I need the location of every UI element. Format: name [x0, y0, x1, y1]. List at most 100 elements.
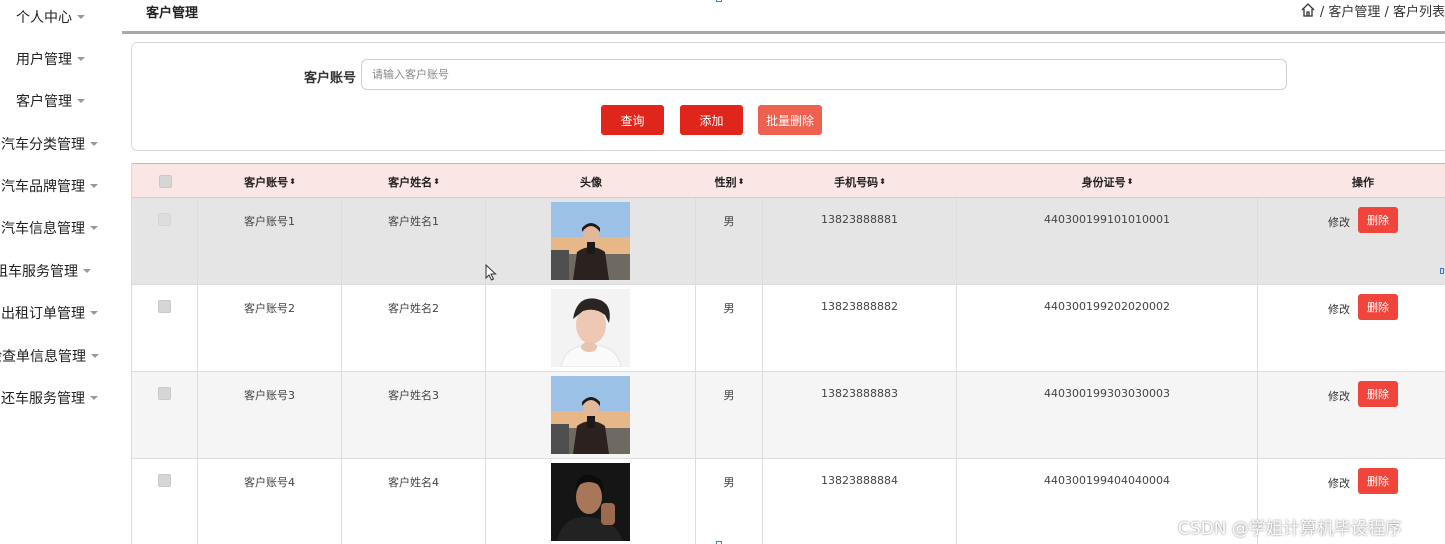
actions-cell: 修改 删除 [1258, 285, 1445, 372]
row-select-cell [132, 285, 198, 372]
row-checkbox[interactable] [158, 300, 171, 313]
row-select-cell [132, 459, 198, 544]
caret-down-icon [77, 99, 85, 103]
gender-cell: 男 [696, 372, 763, 459]
row-checkbox[interactable] [158, 213, 171, 226]
phone-cell: 13823888884 [763, 459, 957, 544]
caret-down-icon [77, 57, 85, 61]
account-cell: 客户账号2 [198, 285, 342, 372]
gender-cell: 男 [696, 459, 763, 544]
edit-link[interactable]: 修改 [1328, 475, 1350, 491]
id-card-cell: 440300199303030003 [957, 372, 1258, 459]
gender-cell: 男 [696, 198, 763, 285]
column-header-avatar: 头像 [486, 164, 696, 199]
search-input[interactable] [361, 59, 1287, 90]
column-header-label: 操作 [1352, 175, 1374, 189]
batch-delete-button[interactable]: 批量删除 [758, 105, 822, 135]
sidebar-item-label: 租车服务管理 [0, 264, 78, 280]
sort-icon[interactable]: ⬍ [738, 177, 745, 186]
sidebar-item-inspection[interactable]: 检查单信息管理 [0, 345, 99, 367]
resize-handle-top [716, 0, 722, 2]
sidebar-item-label: 汽车信息管理 [1, 221, 85, 237]
caret-down-icon [90, 142, 98, 146]
table-row[interactable]: 客户账号2 客户姓名2 男 13823888882 44030019920202… [132, 285, 1445, 372]
column-header-label: 头像 [580, 175, 602, 189]
breadcrumb: / 客户管理 / 客户列表 [1300, 1, 1445, 20]
header-divider [122, 31, 1445, 34]
delete-button[interactable]: 删除 [1358, 294, 1398, 320]
column-header-actions: 操作 [1258, 164, 1445, 199]
sidebar-item-label: 检查单信息管理 [0, 349, 86, 365]
avatar [551, 376, 630, 454]
column-header-label: 客户姓名 [388, 175, 433, 189]
actions-cell: 修改 删除 [1258, 372, 1445, 459]
sidebar-item-customer-management[interactable]: 客户管理 [16, 90, 85, 112]
caret-down-icon [90, 184, 98, 188]
edit-link[interactable]: 修改 [1328, 214, 1350, 230]
row-select-cell [132, 198, 198, 285]
caret-down-icon [90, 311, 98, 315]
table-header: 客户账号 ⬍ 客户姓名 ⬍ 头像 性别 ⬍ 手机号码 ⬍ 身份证号 ⬍ 操作 [132, 163, 1445, 198]
name-cell: 客户姓名2 [342, 285, 486, 372]
id-card-cell: 440300199202020002 [957, 285, 1258, 372]
avatar-cell [486, 285, 696, 372]
edit-link[interactable]: 修改 [1328, 301, 1350, 317]
column-header-phone[interactable]: 手机号码 ⬍ [763, 164, 957, 199]
sidebar-item-car-brand[interactable]: 汽车品牌管理 [1, 175, 98, 197]
add-button[interactable]: 添加 [680, 105, 743, 135]
search-panel: 客户账号 查询 添加 批量删除 [131, 42, 1445, 151]
phone-cell: 13823888883 [763, 372, 957, 459]
row-checkbox[interactable] [158, 474, 171, 487]
sort-icon[interactable]: ⬍ [289, 177, 296, 186]
caret-down-icon [77, 15, 85, 19]
home-icon[interactable] [1300, 2, 1316, 18]
name-cell: 客户姓名3 [342, 372, 486, 459]
account-cell: 客户账号1 [198, 198, 342, 285]
column-header-name[interactable]: 客户姓名 ⬍ [342, 164, 486, 199]
gender-cell: 男 [696, 285, 763, 372]
breadcrumb-text[interactable]: / 客户管理 / 客户列表 [1320, 1, 1445, 20]
column-header-label: 性别 [714, 175, 737, 189]
table-row[interactable]: 客户账号1 客户姓名1 男 13823888881 44030019910101… [132, 198, 1445, 285]
actions-cell: 修改 删除 [1258, 198, 1445, 285]
sort-icon[interactable]: ⬍ [1127, 177, 1134, 186]
sidebar-item-car-info[interactable]: 汽车信息管理 [1, 217, 98, 239]
caret-down-icon [83, 269, 91, 273]
avatar-cell [486, 459, 696, 544]
avatar-cell [486, 372, 696, 459]
avatar [551, 202, 630, 280]
column-header-gender[interactable]: 性别 ⬍ [696, 164, 763, 199]
edit-link[interactable]: 修改 [1328, 388, 1350, 404]
delete-button[interactable]: 删除 [1358, 207, 1398, 233]
sidebar-item-car-category[interactable]: 汽车分类管理 [1, 133, 98, 155]
column-header-id-card[interactable]: 身份证号 ⬍ [957, 164, 1258, 199]
account-cell: 客户账号3 [198, 372, 342, 459]
sidebar-item-label: 还车服务管理 [1, 391, 85, 407]
name-cell: 客户姓名4 [342, 459, 486, 544]
resize-handle-right [1440, 268, 1444, 274]
column-header-account[interactable]: 客户账号 ⬍ [198, 164, 342, 199]
sidebar-item-return-service[interactable]: 还车服务管理 [1, 387, 98, 409]
row-checkbox[interactable] [158, 387, 171, 400]
caret-down-icon [90, 396, 98, 400]
id-card-cell: 440300199101010001 [957, 198, 1258, 285]
table-row[interactable]: 客户账号3 客户姓名3 男 13823888883 44030019930303… [132, 372, 1445, 459]
caret-down-icon [91, 354, 99, 358]
sidebar-item-rental-service[interactable]: 租车服务管理 [0, 260, 91, 282]
avatar [551, 463, 630, 541]
watermark: CSDN @学姐计算机毕设程序 [1178, 519, 1402, 539]
name-cell: 客户姓名1 [342, 198, 486, 285]
sort-icon[interactable]: ⬍ [879, 177, 886, 186]
sidebar-item-personal-center[interactable]: 个人中心 [16, 6, 85, 28]
sort-icon[interactable]: ⬍ [433, 177, 440, 186]
delete-button[interactable]: 删除 [1358, 468, 1398, 494]
select-all-checkbox[interactable] [158, 175, 172, 188]
select-all-cell [132, 164, 198, 199]
sidebar-item-rental-order[interactable]: 出租订单管理 [1, 302, 98, 324]
search-label: 客户账号 [304, 71, 357, 86]
sidebar-item-label: 用户管理 [16, 52, 72, 68]
sidebar-item-user-management[interactable]: 用户管理 [16, 48, 85, 70]
query-button[interactable]: 查询 [601, 105, 664, 135]
delete-button[interactable]: 删除 [1358, 381, 1398, 407]
sidebar-item-label: 汽车分类管理 [1, 137, 85, 153]
